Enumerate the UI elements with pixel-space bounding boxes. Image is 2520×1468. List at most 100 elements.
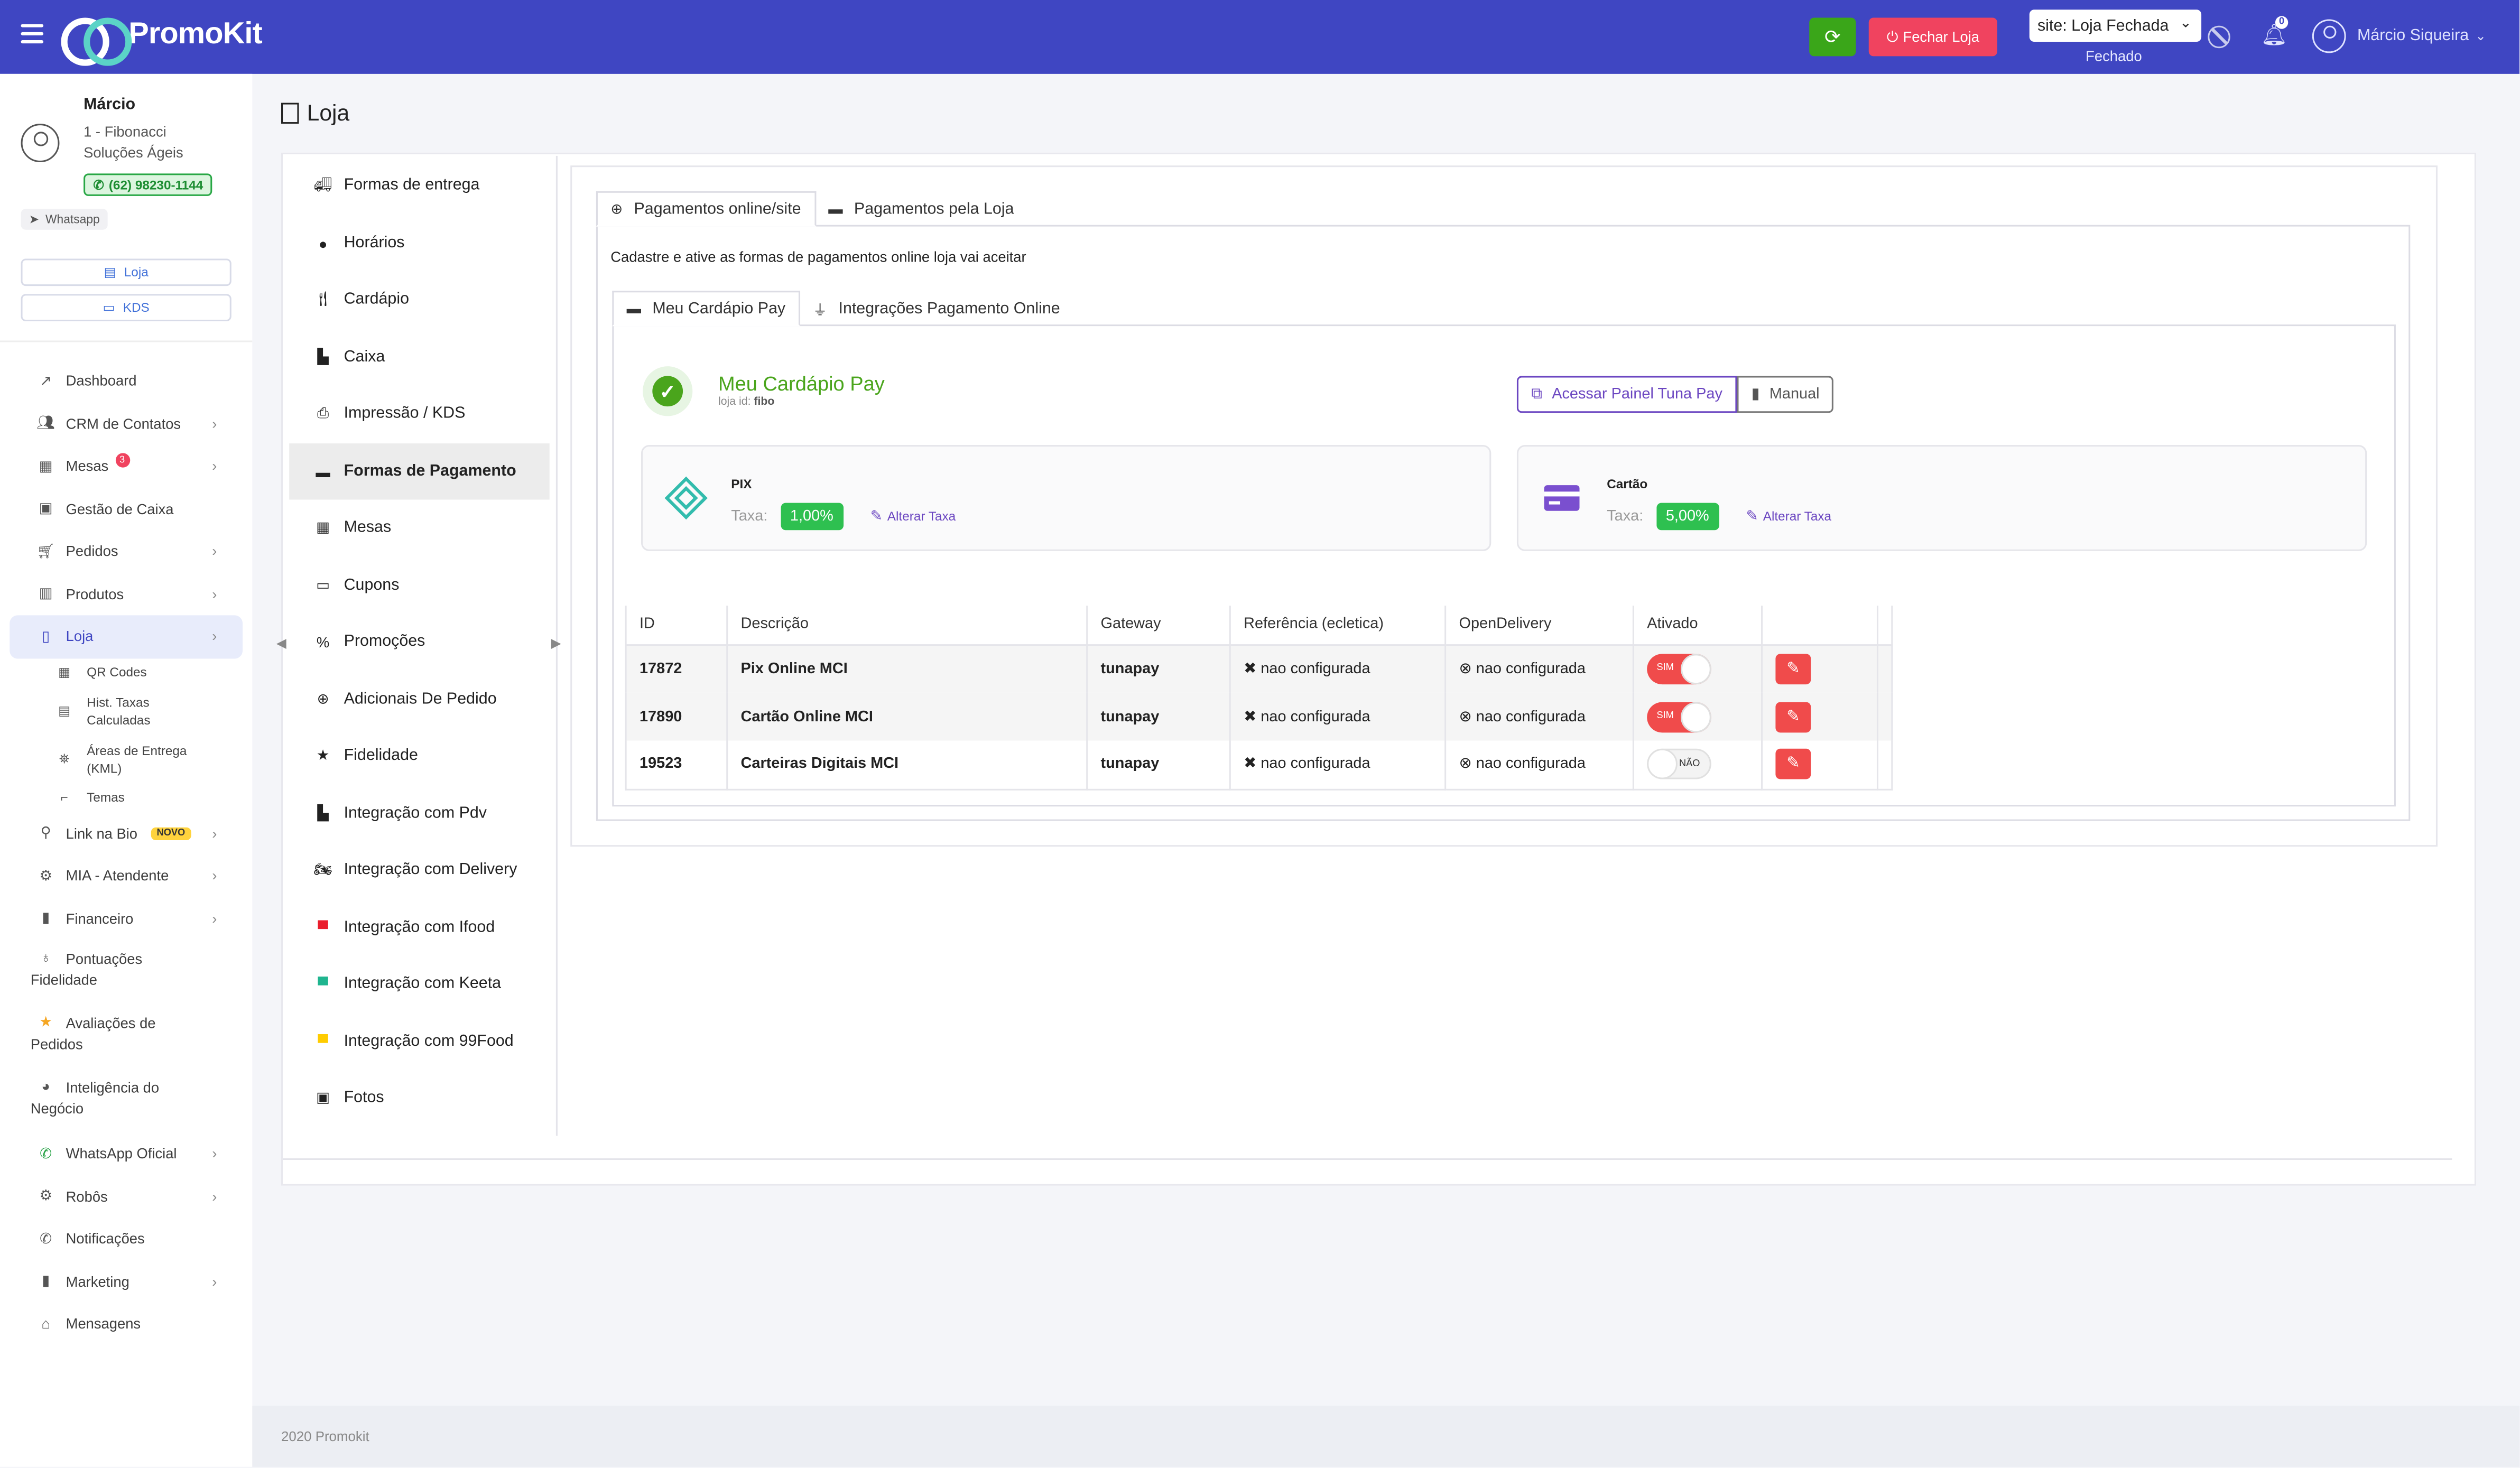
sidebar-item-inteligencia[interactable]: ◕ Inteligência do Negócio — [0, 1069, 252, 1133]
store-menu-item-fotos[interactable]: ▣ Fotos — [289, 1070, 550, 1126]
active-toggle[interactable]: NÃO — [1647, 749, 1711, 780]
sidebar-item-mesas[interactable]: ▦ Mesas 3 › — [0, 445, 252, 488]
refresh-button[interactable]: ⟳ — [1809, 17, 1856, 57]
loja-button-label: Loja — [124, 265, 149, 280]
edit-button[interactable]: ✎ — [1775, 653, 1811, 684]
store-menu-item-cardapio[interactable]: 🍴︎ Cardápio — [289, 272, 550, 328]
kds-button[interactable]: ▭ KDS — [21, 294, 231, 322]
store-menu-item-adicionais[interactable]: ⊕ Adicionais De Pedido — [289, 672, 550, 728]
store-menu-item-pdv[interactable]: ▙ Integração com Pdv — [289, 786, 550, 842]
manual-button[interactable]: ▮ Manual — [1737, 376, 1834, 413]
store-menu-item-fidelidade[interactable]: ★ Fidelidade — [289, 728, 550, 784]
sidebar-item-pontuacoes[interactable]: ♁ Pontuações Fidelidade — [0, 940, 252, 1005]
sidebar-subitem-temas[interactable]: ⌐ Temas — [0, 783, 252, 812]
store-id-label: loja id: — [718, 396, 751, 408]
mcp-actions: ⧉ Acessar Painel Tuna Pay ▮ Manual — [1516, 376, 1834, 413]
row-id-link[interactable]: 17890 — [625, 692, 728, 741]
phone-badge[interactable]: ✆ (62) 98230-1144 — [84, 173, 213, 196]
card-alter-fee-link[interactable]: ✎ Alterar Taxa — [1746, 508, 1831, 525]
tab-label: Meu Cardápio Pay — [652, 299, 786, 318]
sidebar-item-label: Inteligência do Negócio — [30, 1080, 160, 1117]
store-menu-item-caixa[interactable]: ▙ Caixa — [289, 329, 550, 385]
robot-icon: ⚙ — [39, 1187, 52, 1204]
ifood-icon: ▀ — [318, 919, 328, 936]
tab-meu-cardapio-pay[interactable]: ▬ Meu Cardápio Pay — [612, 291, 800, 327]
row-id-link[interactable]: 17872 — [625, 644, 728, 693]
cart-icon: 🛒︎ — [36, 542, 55, 559]
edit-button[interactable]: ✎ — [1775, 701, 1811, 732]
qrcode-icon: ▦ — [58, 665, 71, 680]
printer-icon: ⎙ — [317, 405, 329, 421]
book-icon: ▮ — [1751, 385, 1760, 404]
ban-icon[interactable] — [2208, 25, 2230, 49]
active-toggle[interactable]: SIM — [1647, 701, 1711, 732]
chevron-right-icon: › — [212, 543, 217, 559]
sidebar-item-gestao-caixa[interactable]: ▣ Gestão de Caixa — [0, 488, 252, 531]
sidebar-item-label: WhatsApp Oficial — [66, 1146, 177, 1162]
sidebar-item-link-bio[interactable]: ⚲ Link na Bio NOVO › — [0, 812, 252, 855]
col-referencia: Referência (ecletica) — [1229, 606, 1447, 645]
store-menu-label: Impressão / KDS — [344, 405, 466, 423]
site-status-select[interactable]: site: Loja Fechada ⌄ — [2029, 10, 2202, 42]
table-row: 17890 Cartão Online MCI tunapay ✖ nao co… — [625, 692, 1893, 741]
store-menu-item-mesas[interactable]: ▦ Mesas — [289, 500, 550, 556]
store-menu-item-delivery[interactable]: 🏍︎ Integração com Delivery — [289, 842, 550, 898]
sidebar-item-robos[interactable]: ⚙ Robôs › — [0, 1175, 252, 1218]
tab-integracoes[interactable]: ⏚ Integrações Pagamento Online — [800, 291, 1073, 326]
row-reference-text: nao configurada — [1261, 659, 1370, 678]
sidebar-item-label: Pedidos — [66, 543, 118, 560]
sidebar-subitem-qr-codes[interactable]: ▦ QR Codes — [0, 658, 252, 687]
sidebar-subitem-hist-taxas[interactable]: ▤ Hist. Taxas Calculadas — [0, 687, 252, 735]
profile-avatar-icon — [21, 124, 60, 163]
row-gateway: tunapay — [1086, 692, 1231, 741]
edit-icon: ✎ — [1786, 659, 1800, 678]
menu-icon[interactable] — [21, 24, 44, 44]
whatsapp-button[interactable]: ➤ Whatsapp — [21, 209, 108, 230]
tab-label: Pagamentos pela Loja — [854, 200, 1014, 218]
store-menu-item-promocoes[interactable]: % Promoções — [289, 614, 550, 670]
edit-button[interactable]: ✎ — [1775, 749, 1811, 780]
active-toggle[interactable]: SIM — [1647, 653, 1711, 684]
chevron-right-icon: › — [212, 910, 217, 926]
store-menu-item-formas-entrega[interactable]: 🚚︎ Formas de entrega — [289, 157, 550, 213]
top-bar: PromoKit ⟳ ⏻ Fechar Loja site: Loja Fecha… — [0, 0, 2520, 74]
store-menu-item-formas-pagamento[interactable]: ▬ Formas de Pagamento — [289, 443, 550, 500]
store-menu-item-horarios[interactable]: ● Horários — [289, 215, 550, 271]
caret-right-icon[interactable]: ▶ — [551, 636, 561, 651]
tuna-pay-panel-label: Acessar Painel Tuna Pay — [1552, 385, 1722, 404]
row-id-link[interactable]: 19523 — [625, 740, 728, 790]
sidebar-item-produtos[interactable]: ▥ Produtos › — [0, 573, 252, 616]
close-store-button[interactable]: ⏻ Fechar Loja — [1868, 17, 1997, 57]
sidebar-subitem-areas-entrega[interactable]: ⛯ Áreas de Entrega (KML) — [0, 735, 252, 783]
sidebar-item-pedidos[interactable]: 🛒︎ Pedidos › — [0, 530, 252, 573]
pix-alter-fee-link[interactable]: ✎ Alterar Taxa — [870, 508, 956, 525]
sidebar-item-mensagens[interactable]: ⌂ Mensagens — [0, 1303, 252, 1346]
sidebar-item-financeiro[interactable]: ▮ Financeiro › — [0, 897, 252, 940]
sidebar-item-dashboard[interactable]: ↗ Dashboard — [0, 360, 252, 403]
store-menu-item-cupons[interactable]: ▭ Cupons — [289, 558, 550, 614]
store-menu-item-impressao[interactable]: ⎙ Impressão / KDS — [289, 386, 550, 442]
x-circle-icon: ⊗ — [1459, 708, 1472, 726]
tab-pagamentos-loja[interactable]: ▬ Pagamentos pela Loja — [816, 191, 1027, 227]
sidebar-item-notificacoes[interactable]: ✆ Notificações — [0, 1218, 252, 1260]
store-menu-item-keeta[interactable]: ▀ Integração com Keeta — [289, 956, 550, 1012]
caret-left-icon[interactable]: ◀ — [276, 636, 286, 651]
bar-chart-icon: ▮ — [42, 1272, 50, 1289]
sidebar-item-avaliacoes[interactable]: ★ Avaliações de Pedidos — [0, 1004, 252, 1069]
sidebar-item-loja[interactable]: ▯ Loja › — [10, 615, 243, 658]
sidebar-item-marketing[interactable]: ▮ Marketing › — [0, 1260, 252, 1303]
user-avatar-icon — [2312, 19, 2346, 53]
tab-pagamentos-online[interactable]: ⊕ Pagamentos online/site — [596, 191, 816, 227]
user-menu[interactable]: Márcio Siqueira ⌄ — [2312, 19, 2486, 53]
sidebar-item-whatsapp[interactable]: ✆ WhatsApp Oficial › — [0, 1132, 252, 1175]
store-menu-label: Integração com Delivery — [344, 861, 517, 879]
new-badge: NOVO — [150, 826, 192, 840]
sidebar-item-mia[interactable]: ⚙ MIA - Atendente › — [0, 854, 252, 897]
loja-button[interactable]: ▤ Loja — [21, 258, 231, 286]
store-menu-item-99food[interactable]: ▀ Integração com 99Food — [289, 1014, 550, 1070]
store-menu-item-ifood[interactable]: ▀ Integração com Ifood — [289, 900, 550, 956]
sidebar-item-label: Robôs — [66, 1188, 108, 1205]
tuna-pay-panel-button[interactable]: ⧉ Acessar Painel Tuna Pay — [1516, 376, 1737, 413]
logo[interactable]: PromoKit — [61, 16, 263, 66]
sidebar-item-crm[interactable]: 👥︎ CRM de Contatos › — [0, 403, 252, 445]
